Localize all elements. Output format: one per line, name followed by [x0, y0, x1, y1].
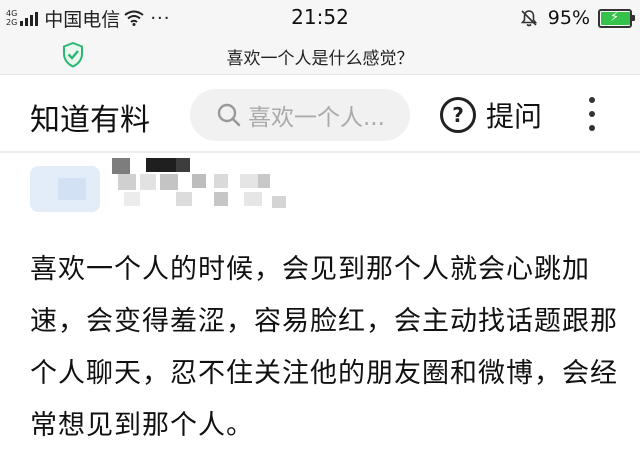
more-vertical-icon[interactable]: [586, 97, 598, 131]
search-icon: [217, 103, 241, 127]
status-bar: 4G 2G 中国电信 ··· 21:52 95% ⚡: [0, 0, 640, 36]
bolt-icon: ⚡: [610, 9, 620, 25]
battery-percent: 95%: [547, 7, 590, 29]
blurred-author-info: [0, 152, 640, 220]
search-input[interactable]: 喜欢一个人...: [190, 89, 410, 141]
question-circle-icon: ?: [440, 97, 476, 133]
search-placeholder: 喜欢一个人...: [248, 105, 385, 131]
battery-charging-icon: ⚡: [598, 8, 635, 28]
brand-logo-text[interactable]: 知道有料: [30, 95, 150, 139]
ask-button[interactable]: ? 提问: [440, 95, 542, 135]
answer-text: 喜欢一个人的时候，会见到那个人就会心跳加速，会变得羞涩，容易脸红，会主动找话题跟…: [30, 254, 618, 441]
ask-label: 提问: [486, 100, 543, 133]
status-right: 95% ⚡: [520, 5, 635, 31]
app-header: 知道有料 喜欢一个人... ? 提问: [0, 75, 640, 153]
page-title: 喜欢一个人是什么感觉？: [226, 49, 414, 69]
mute-bell-icon: [520, 10, 537, 27]
webview-title-bar: 喜欢一个人是什么感觉？: [0, 36, 640, 75]
